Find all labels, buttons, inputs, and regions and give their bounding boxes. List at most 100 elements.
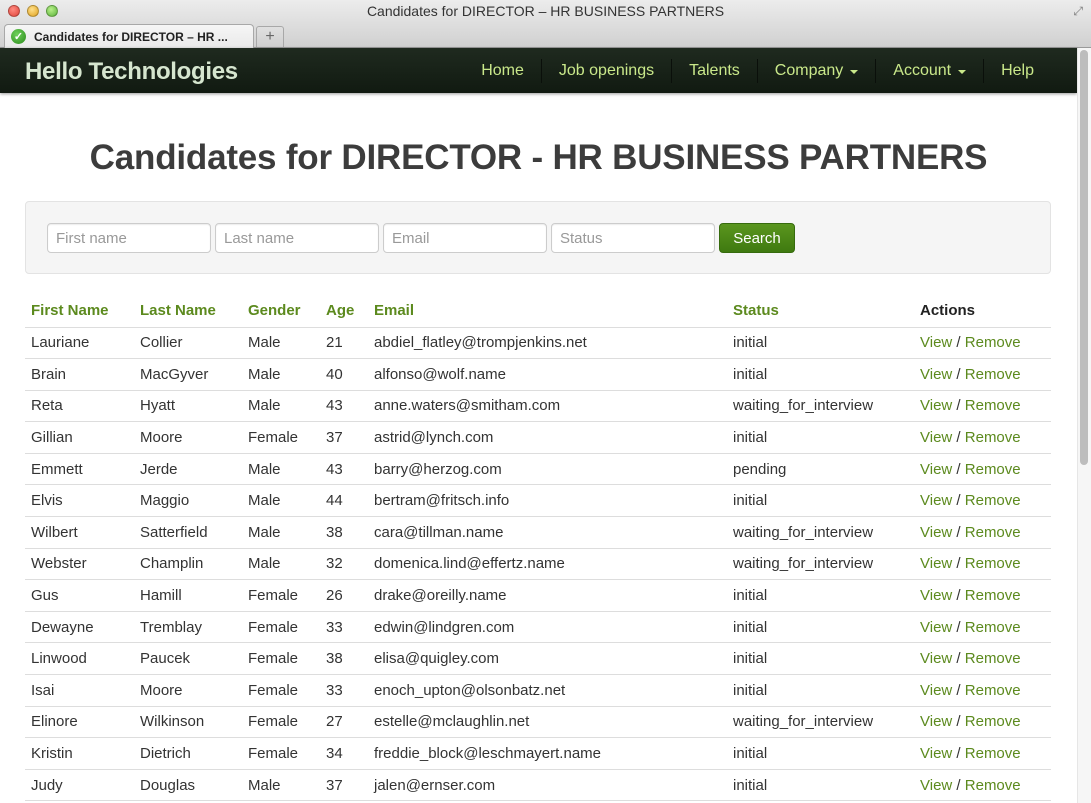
email-input[interactable]: [383, 223, 547, 253]
action-separator: /: [956, 587, 961, 605]
cell-email: bertram@fritsch.info: [368, 484, 727, 518]
browser-tab[interactable]: ✓ Candidates for DIRECTOR – HR ...: [4, 24, 254, 48]
remove-link[interactable]: Remove: [965, 366, 1021, 383]
view-link[interactable]: View: [920, 587, 952, 604]
table-row: Gus Hamill Female 26 drake@oreilly.name initi…: [25, 579, 1051, 612]
cell-actions: View / Remove: [914, 611, 1051, 644]
nav-item-company[interactable]: Company: [758, 48, 875, 93]
cell-age: 26: [320, 579, 368, 612]
table-row: Gillian Moore Female 37 astrid@lynch.com init…: [25, 421, 1051, 454]
header-last-name[interactable]: Last Name: [134, 295, 242, 328]
table-body: Lauriane Collier Male 21 abdiel_flatley@trom…: [25, 327, 1051, 802]
action-separator: /: [956, 713, 961, 731]
header-gender[interactable]: Gender: [242, 295, 320, 328]
cell-status: initial: [727, 579, 914, 612]
view-link[interactable]: View: [920, 777, 952, 794]
remove-link[interactable]: Remove: [965, 745, 1021, 762]
cell-status: initial: [727, 642, 914, 676]
table-row: Wilbert Satterfield Male 38 cara@tillman.nam…: [25, 516, 1051, 549]
fullscreen-icon[interactable]: ⤢: [1073, 4, 1083, 19]
view-link[interactable]: View: [920, 397, 952, 414]
table-row: Emmett Jerde Male 43 barry@herzog.com pending…: [25, 453, 1051, 486]
cell-first-name: Lauriane: [25, 327, 134, 360]
cell-actions: View / Remove: [914, 579, 1051, 612]
cell-gender: Male: [242, 516, 320, 549]
remove-link[interactable]: Remove: [965, 555, 1021, 572]
cell-actions: View / Remove: [914, 642, 1051, 676]
remove-link[interactable]: Remove: [965, 650, 1021, 667]
nav-label: Company: [774, 61, 844, 79]
remove-link[interactable]: Remove: [965, 397, 1021, 414]
table-row: Dewayne Tremblay Female 33 edwin@lindgren.co…: [25, 611, 1051, 644]
cell-gender: Female: [242, 421, 320, 454]
cell-age: 21: [320, 327, 368, 360]
cell-actions: View / Remove: [914, 484, 1051, 518]
view-link[interactable]: View: [920, 366, 952, 383]
view-link[interactable]: View: [920, 429, 952, 446]
remove-link[interactable]: Remove: [965, 461, 1021, 478]
action-separator: /: [956, 365, 961, 383]
cell-last-name: Maggio: [134, 484, 242, 518]
nav-item-talents[interactable]: Talents: [672, 48, 757, 93]
cell-age: 43: [320, 390, 368, 423]
caret-down-icon: [958, 69, 967, 74]
remove-link[interactable]: Remove: [965, 334, 1021, 351]
caret-down-icon: [850, 69, 859, 74]
cell-email: astrid@lynch.com: [368, 421, 727, 454]
cell-first-name: Elvis: [25, 484, 134, 518]
view-link[interactable]: View: [920, 555, 952, 572]
header-actions: Actions: [914, 295, 1051, 328]
view-link[interactable]: View: [920, 682, 952, 699]
header-age[interactable]: Age: [320, 295, 368, 328]
cell-gender: Male: [242, 453, 320, 486]
cell-actions: View / Remove: [914, 548, 1051, 581]
view-link[interactable]: View: [920, 334, 952, 351]
nav-item-help[interactable]: Help: [984, 48, 1051, 93]
remove-link[interactable]: Remove: [965, 713, 1021, 730]
view-link[interactable]: View: [920, 461, 952, 478]
header-first-name[interactable]: First Name: [25, 295, 134, 328]
action-separator: /: [956, 681, 961, 699]
cell-first-name: Emmett: [25, 453, 134, 486]
remove-link[interactable]: Remove: [965, 587, 1021, 604]
nav-item-account[interactable]: Account: [876, 48, 983, 93]
header-status[interactable]: Status: [727, 295, 914, 328]
cell-actions: View / Remove: [914, 516, 1051, 549]
cell-status: waiting_for_interview: [727, 548, 914, 581]
brand-logo[interactable]: Hello Technologies: [25, 58, 238, 86]
view-link[interactable]: View: [920, 524, 952, 541]
remove-link[interactable]: Remove: [965, 429, 1021, 446]
view-link[interactable]: View: [920, 713, 952, 730]
cell-email: jalen@ernser.com: [368, 769, 727, 802]
remove-link[interactable]: Remove: [965, 777, 1021, 794]
view-link[interactable]: View: [920, 745, 952, 762]
status-input[interactable]: [551, 223, 715, 253]
new-tab-button[interactable]: +: [256, 26, 284, 47]
cell-actions: View / Remove: [914, 327, 1051, 360]
view-link[interactable]: View: [920, 492, 952, 509]
nav-item-home[interactable]: Home: [464, 48, 541, 93]
first-name-input[interactable]: [47, 223, 211, 253]
cell-first-name: Dewayne: [25, 611, 134, 644]
action-separator: /: [956, 618, 961, 636]
header-email[interactable]: Email: [368, 295, 727, 328]
cell-first-name: Reta: [25, 390, 134, 423]
remove-link[interactable]: Remove: [965, 682, 1021, 699]
scrollbar-thumb[interactable]: [1080, 50, 1088, 465]
cell-first-name: Brain: [25, 358, 134, 391]
cell-status: initial: [727, 358, 914, 391]
last-name-input[interactable]: [215, 223, 379, 253]
remove-link[interactable]: Remove: [965, 492, 1021, 509]
cell-age: 38: [320, 642, 368, 676]
nav-menu: Home Job openings Talents Company Accoun…: [464, 48, 1051, 93]
action-separator: /: [956, 460, 961, 478]
search-form: Search: [25, 201, 1051, 274]
cell-first-name: Webster: [25, 548, 134, 581]
remove-link[interactable]: Remove: [965, 619, 1021, 636]
nav-item-job-openings[interactable]: Job openings: [542, 48, 671, 93]
search-button[interactable]: Search: [719, 223, 795, 253]
cell-actions: View / Remove: [914, 390, 1051, 423]
view-link[interactable]: View: [920, 619, 952, 636]
view-link[interactable]: View: [920, 650, 952, 667]
remove-link[interactable]: Remove: [965, 524, 1021, 541]
